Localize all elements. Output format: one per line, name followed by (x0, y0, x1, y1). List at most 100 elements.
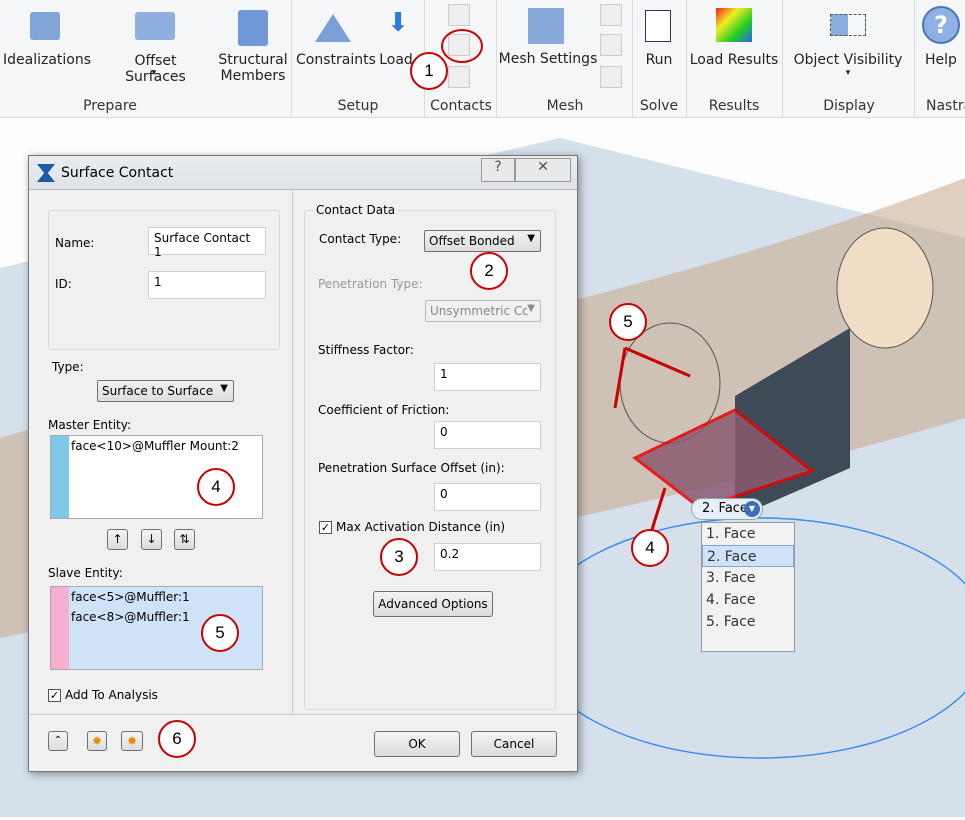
callout-4b: 4 (631, 529, 669, 567)
penetration-type-select: Unsymmetric Co ▼ (425, 300, 541, 322)
help-button[interactable]: ? (481, 158, 515, 182)
contact-type-value: Offset Bonded (429, 234, 515, 248)
mesh-table-icon[interactable] (600, 4, 622, 26)
stiffness-input[interactable]: 1 (434, 363, 541, 391)
load-results-button[interactable]: Load Results (689, 52, 779, 68)
max-activation-checkbox[interactable]: ✓ Max Activation Distance (in) (319, 520, 505, 534)
type-select[interactable]: Surface to Surface ▼ (97, 380, 234, 402)
chevron-down-icon: ▼ (527, 303, 535, 314)
callout-1: 1 (410, 52, 448, 90)
face-option[interactable]: 3. Face (702, 567, 794, 589)
idealizations-button[interactable]: Idealizations (2, 52, 92, 68)
penetration-type-value: Unsymmetric Co (430, 304, 530, 318)
chevron-down-icon: ▼ (527, 233, 535, 244)
swap-button[interactable]: ⇅ (174, 529, 195, 550)
group-display: Display (823, 98, 875, 114)
collapse-button[interactable]: ⌃ (48, 731, 68, 751)
id-label: ID: (55, 277, 72, 291)
penetration-type-label: Penetration Type: (318, 277, 423, 291)
auto-contact-icon[interactable]: ✸ (121, 731, 143, 751)
move-up-button[interactable]: ↑ (107, 529, 128, 550)
offset-surfaces-icon (135, 12, 175, 40)
ok-button[interactable]: OK (374, 731, 460, 757)
object-visibility-icon (830, 14, 866, 36)
mesh-refresh-icon[interactable] (600, 34, 622, 56)
friction-label: Coefficient of Friction: (318, 403, 450, 417)
add-to-analysis-label: Add To Analysis (65, 688, 158, 702)
stiffness-label: Stiffness Factor: (318, 343, 414, 357)
constraints-button[interactable]: Constraints (296, 52, 376, 68)
group-nastran: Nastra (926, 98, 965, 114)
face-option[interactable]: 1. Face (702, 523, 794, 545)
face-option[interactable]: 5. Face (702, 611, 794, 633)
surface-contact-dialog: Surface Contact ? ✕ Name: Surface Contac… (28, 155, 578, 772)
name-input[interactable]: Surface Contact 1 (148, 227, 266, 259)
master-entity-label: Master Entity: (48, 418, 131, 432)
idealizations-icon (30, 12, 60, 40)
offset-label: Penetration Surface Offset (in): (318, 461, 505, 475)
offset-input[interactable]: 0 (434, 483, 541, 511)
list-item[interactable]: face<10>@Muffler Mount:2 (51, 436, 262, 456)
callout-4: 4 (197, 468, 235, 506)
close-button[interactable]: ✕ (515, 158, 571, 182)
help-icon: ? (922, 6, 960, 44)
load-results-icon (716, 8, 752, 42)
callout-5b: 5 (609, 303, 647, 341)
face-option[interactable]: 4. Face (702, 589, 794, 611)
ribbon: Idealizations Offset Surfaces ▾ Structur… (0, 0, 965, 118)
highlight-circle (441, 29, 483, 63)
list-item[interactable]: face<5>@Muffler:1 (51, 587, 262, 607)
add-to-analysis-checkbox[interactable]: ✓ Add To Analysis (48, 688, 158, 702)
pipe-end (836, 227, 934, 349)
face-option[interactable]: 2. Face (702, 545, 794, 567)
group-contacts: Contacts (430, 98, 492, 114)
group-setup: Setup (337, 98, 379, 114)
mesh-settings-button[interactable]: Mesh Settings (498, 51, 598, 67)
help-button[interactable]: Help (918, 52, 964, 68)
max-activation-label: Max Activation Distance (in) (336, 520, 506, 534)
face-dropdown: 1. Face 2. Face 3. Face 4. Face 5. Face (701, 522, 795, 652)
friction-input[interactable]: 0 (434, 421, 541, 449)
name-label: Name: (55, 236, 95, 250)
checkbox-icon: ✓ (319, 521, 332, 534)
type-value: Surface to Surface (102, 384, 214, 398)
type-label: Type: (52, 360, 84, 374)
chevron-down-icon: ▾ (845, 68, 851, 78)
structural-members-button[interactable]: Structural Members (215, 52, 291, 84)
edge-contact-icon[interactable] (448, 66, 470, 88)
object-visibility-button[interactable]: Object Visibility (788, 52, 908, 68)
cancel-button[interactable]: Cancel (471, 731, 557, 757)
chevron-down-icon: ▼ (744, 501, 760, 517)
group-solve: Solve (639, 98, 679, 114)
constraints-icon (315, 14, 351, 42)
dialog-titlebar: Surface Contact ? ✕ (29, 156, 577, 190)
mesh-new-icon[interactable] (600, 66, 622, 88)
chevron-down-icon: ▾ (151, 68, 157, 78)
callout-5: 5 (201, 614, 239, 652)
group-prepare: Prepare (83, 98, 137, 114)
callout-3: 3 (380, 538, 418, 576)
face-selector[interactable]: 2. Face ▼ (691, 498, 763, 520)
checkbox-icon: ✓ (48, 689, 61, 702)
run-icon (645, 10, 671, 42)
group-mesh: Mesh (546, 98, 584, 114)
load-icon: ⬇ (387, 8, 409, 38)
face-selector-value: 2. Face (702, 501, 748, 516)
contact-wizard-icon[interactable] (448, 4, 470, 26)
dialog-title: Surface Contact (61, 165, 174, 181)
contact-type-select[interactable]: Offset Bonded ▼ (424, 230, 541, 252)
group-results: Results (708, 98, 760, 114)
new-contact-icon[interactable]: ✸ (87, 731, 107, 751)
id-input[interactable]: 1 (148, 271, 266, 299)
contact-data-label: Contact Data (313, 203, 399, 217)
run-button[interactable]: Run (636, 52, 682, 68)
advanced-options-button[interactable]: Advanced Options (373, 591, 493, 617)
callout-2: 2 (470, 252, 508, 290)
chevron-down-icon: ▼ (220, 383, 228, 394)
move-down-button[interactable]: ↓ (141, 529, 162, 550)
contact-icon (37, 164, 55, 182)
max-activation-input[interactable]: 0.2 (434, 543, 541, 571)
contact-type-label: Contact Type: (319, 232, 402, 246)
slave-entity-label: Slave Entity: (48, 566, 123, 580)
mesh-settings-icon (528, 8, 564, 44)
